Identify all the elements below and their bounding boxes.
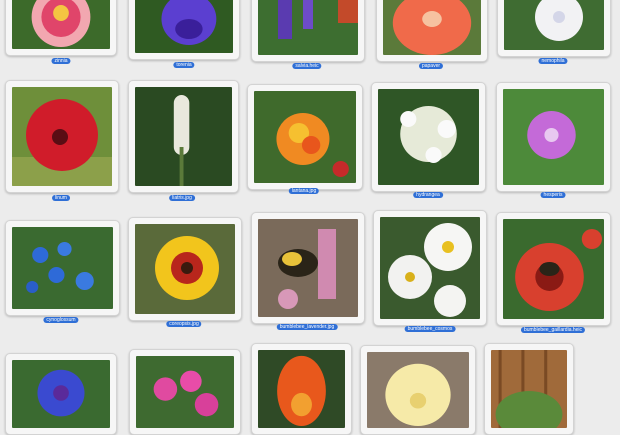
thumbnail-hollyhock[interactable]	[360, 345, 476, 435]
thumbnail-bumblebee-gaillardia[interactable]	[496, 212, 611, 326]
filename-label[interactable]: cynoglossum	[43, 317, 79, 323]
thumbnail-zinnia[interactable]	[5, 0, 117, 56]
thumbnail-shrub[interactable]	[484, 343, 574, 435]
filename-label[interactable]: hydrangea	[413, 192, 443, 198]
thumbnail-coreopsis[interactable]	[128, 217, 242, 321]
photo	[135, 0, 233, 53]
thumbnail-salvia[interactable]	[251, 0, 365, 62]
filename-label[interactable]: coreopsis.jpg	[166, 321, 202, 327]
filename-label[interactable]: salvia.heic	[292, 63, 322, 69]
photo	[258, 219, 358, 317]
photo	[254, 91, 356, 183]
filename-label[interactable]: nemophila	[538, 58, 568, 64]
photo	[491, 350, 567, 428]
thumbnail-cynoglossum[interactable]	[5, 220, 120, 316]
photo	[12, 0, 110, 49]
thumbnail-hydrangea[interactable]	[371, 82, 486, 192]
thumbnail-torenia[interactable]	[128, 0, 240, 60]
photo	[258, 0, 358, 55]
filename-label[interactable]: liatris.jpg	[169, 195, 195, 201]
photo	[258, 350, 345, 428]
photo	[503, 89, 604, 185]
photo	[12, 87, 112, 186]
filename-label[interactable]: torenia	[173, 62, 195, 68]
thumbnail-lantana[interactable]	[247, 84, 363, 190]
thumbnail-phlox[interactable]	[129, 349, 241, 435]
photo	[503, 219, 604, 319]
photo	[135, 87, 232, 186]
photo	[12, 360, 110, 428]
photo	[12, 227, 113, 309]
photo	[136, 356, 234, 428]
photo	[380, 217, 480, 319]
thumbnail-liatris[interactable]	[128, 80, 239, 193]
thumbnail-hesperis[interactable]	[496, 82, 611, 192]
filename-label[interactable]: hesperis	[540, 192, 566, 198]
filename-label[interactable]: bumblebee_gaillardia.heic	[520, 327, 586, 333]
photo	[135, 224, 235, 314]
photo	[504, 0, 604, 50]
filename-label[interactable]: bumblebee_lavender.jpg	[276, 324, 338, 330]
filename-label[interactable]: bumblebee_cosmos	[404, 326, 456, 332]
filename-label[interactable]: papaver	[418, 63, 444, 69]
thumbnail-papaver[interactable]	[376, 0, 488, 62]
filename-label[interactable]: linum	[52, 195, 70, 201]
thumbnail-cornflower[interactable]	[5, 353, 117, 435]
filename-label[interactable]: zinnia	[51, 58, 71, 64]
photo	[378, 89, 479, 185]
thumbnail-bumblebee-cosmos[interactable]	[373, 210, 487, 326]
thumbnail-nemophila[interactable]	[497, 0, 611, 57]
filename-label[interactable]: lantana.jpg	[288, 188, 320, 194]
thumbnail-bumblebee-lavender[interactable]	[251, 212, 365, 324]
thumbnail-snapdragon[interactable]	[251, 343, 352, 435]
photo	[367, 352, 469, 428]
thumbnail-linum[interactable]	[5, 80, 119, 193]
photo	[383, 0, 481, 55]
